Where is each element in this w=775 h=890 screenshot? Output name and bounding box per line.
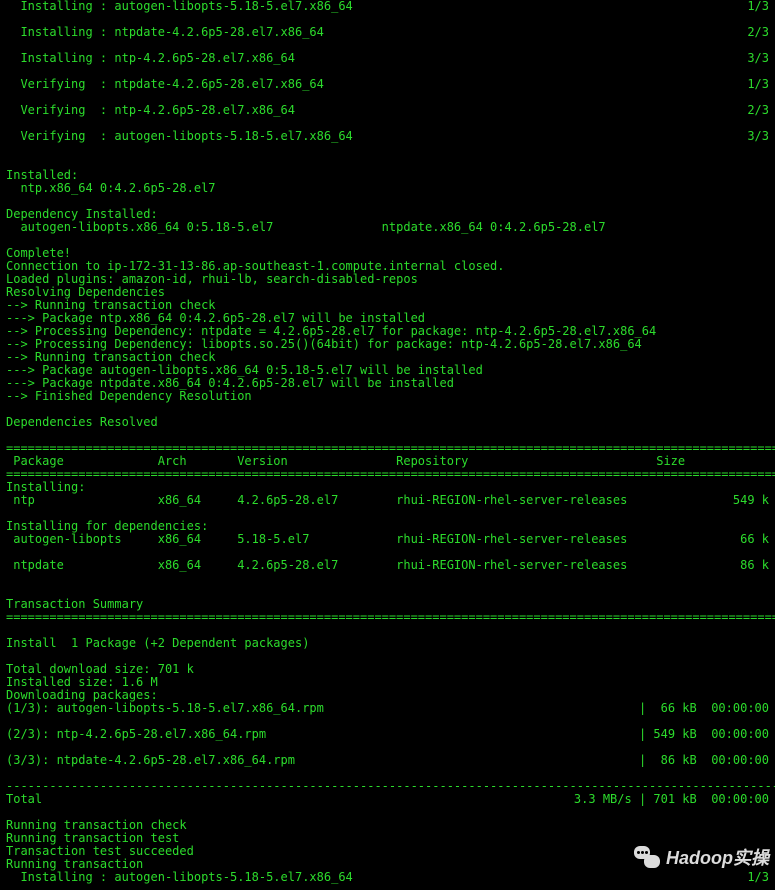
- terminal-output[interactable]: Installing : autogen-libopts-5.18-5.el7.…: [0, 0, 775, 890]
